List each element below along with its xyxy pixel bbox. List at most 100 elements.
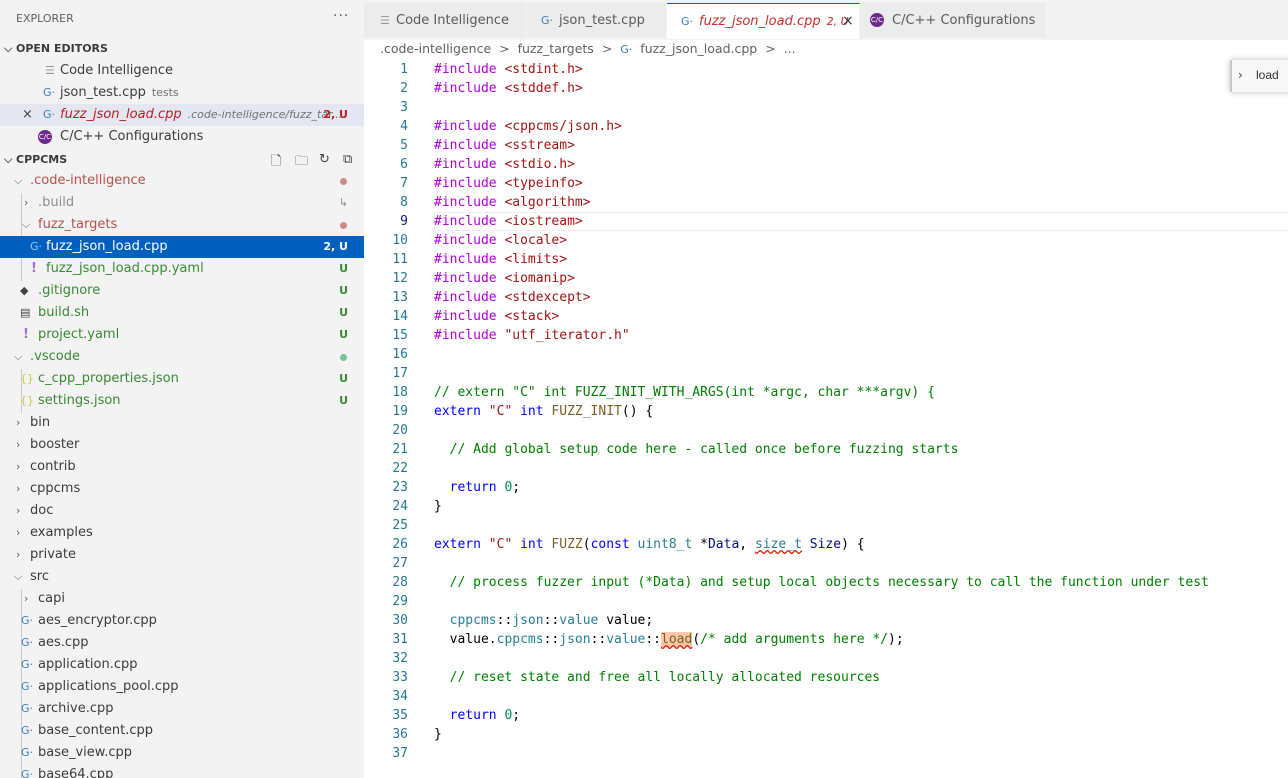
code-line[interactable]: #include <iomanip>	[434, 269, 575, 288]
code-line[interactable]: #include <stdint.h>	[434, 60, 583, 79]
line-number: 4	[400, 119, 408, 134]
find-input[interactable]: load	[1256, 68, 1279, 82]
breadcrumb-item[interactable]: fuzz_targets	[518, 41, 594, 56]
workspace-header[interactable]: ⌵ CPPCMS	[0, 149, 364, 171]
tree-file[interactable]: G· application.cpp	[0, 654, 364, 676]
collapse-all-icon[interactable]: ⧉	[343, 152, 352, 167]
tree-file[interactable]: G· base_content.cpp	[0, 720, 364, 742]
chevron-right-icon: ›	[16, 460, 21, 473]
line-number: 6	[400, 157, 408, 172]
tree-folder[interactable]: › cppcms	[0, 478, 364, 500]
open-editors-header[interactable]: ⌵ OPEN EDITORS	[0, 38, 364, 60]
tree-file[interactable]: {} c_cpp_properties.json U	[0, 368, 364, 390]
code-line[interactable]: // reset state and free all locally allo…	[434, 668, 880, 687]
code-line[interactable]: }	[434, 497, 442, 516]
cpp-file-icon: G·	[21, 636, 34, 649]
tree-file[interactable]: ! fuzz_json_load.cpp.yaml U	[0, 258, 364, 280]
tree-file[interactable]: {} settings.json U	[0, 390, 364, 412]
code-line[interactable]: // Add global setup code here - called o…	[434, 440, 959, 459]
code-line[interactable]: extern "C" int FUZZ(const uint8_t *Data,…	[434, 535, 865, 554]
code-line[interactable]: value.cppcms::json::value::load(/* add a…	[434, 630, 904, 649]
code-line[interactable]: #include <iostream>	[434, 212, 583, 231]
code-line[interactable]: #include <stddef.h>	[434, 79, 583, 98]
line-number: 20	[392, 423, 408, 438]
tree-file[interactable]: G· base_view.cpp	[0, 742, 364, 764]
tree-folder[interactable]: ⌵ src	[0, 566, 364, 588]
breadcrumb-item[interactable]: fuzz_json_load.cpp	[640, 41, 757, 56]
code-line[interactable]: #include <stdio.h>	[434, 155, 575, 174]
chevron-right-icon: ›	[24, 196, 29, 209]
close-icon[interactable]: ×	[22, 104, 33, 126]
tree-folder[interactable]: › booster	[0, 434, 364, 456]
explorer-sidebar: EXPLORER ··· ⌵ OPEN EDITORS ☰ Code Intel…	[0, 0, 364, 778]
line-number: 3	[400, 100, 408, 115]
open-editor-item-active[interactable]: × G· fuzz_json_load.cpp .code-intelligenc…	[0, 104, 364, 126]
chevron-right-icon: ›	[16, 504, 21, 517]
code-line[interactable]: }	[434, 725, 442, 744]
open-editor-item[interactable]: G· json_test.cpp tests	[0, 82, 364, 104]
find-widget[interactable]: › load	[1230, 60, 1288, 92]
tree-folder[interactable]: ⌵ fuzz_targets	[0, 214, 364, 236]
tab-json-test[interactable]: G· json_test.cpp	[527, 3, 667, 38]
tree-file[interactable]: ◆ .gitignore U	[0, 280, 364, 302]
cpp-file-icon: G·	[21, 746, 34, 759]
open-editor-item[interactable]: ☰ Code Intelligence	[0, 60, 364, 82]
line-number: 14	[392, 309, 408, 324]
code-line[interactable]: return 0;	[434, 706, 520, 725]
breadcrumb-item[interactable]: .code-intelligence	[380, 41, 491, 56]
tree-folder[interactable]: › .build ↳	[0, 192, 364, 214]
cpp-file-icon: G·	[620, 43, 633, 56]
chevron-right-icon: ›	[24, 592, 29, 605]
more-actions-icon[interactable]: ···	[333, 8, 349, 24]
chevron-down-icon: ⌵	[14, 350, 23, 363]
chevron-right-icon[interactable]: ›	[1238, 68, 1243, 82]
code-line[interactable]: #include <stdexcept>	[434, 288, 591, 307]
code-line[interactable]: #include "utf_iterator.h"	[434, 326, 630, 345]
code-line[interactable]: #include <locale>	[434, 231, 567, 250]
cpp-config-icon: C/C	[38, 130, 52, 144]
cpp-file-icon: G·	[30, 240, 43, 253]
open-editor-item[interactable]: C/C C/C++ Configurations	[0, 126, 364, 148]
code-line[interactable]: return 0;	[434, 478, 520, 497]
tree-folder[interactable]: › contrib	[0, 456, 364, 478]
chevron-right-icon: ›	[16, 482, 21, 495]
breadcrumb-item[interactable]: ...	[784, 41, 796, 56]
code-line[interactable]: extern "C" int FUZZ_INIT() {	[434, 402, 653, 421]
code-line[interactable]: // process fuzzer input (*Data) and setu…	[434, 573, 1209, 592]
tab-code-intelligence[interactable]: ☰ Code Intelligence	[364, 3, 527, 38]
code-line[interactable]: #include <algorithm>	[434, 193, 591, 212]
tree-folder[interactable]: ⌵ .code-intelligence	[0, 170, 364, 192]
code-line[interactable]: #include <cppcms/json.h>	[434, 117, 622, 136]
tree-folder[interactable]: › capi	[0, 588, 364, 610]
cpp-file-icon: G·	[21, 658, 34, 671]
untracked-dot	[340, 354, 347, 361]
tree-folder[interactable]: › doc	[0, 500, 364, 522]
tree-folder[interactable]: ⌵ .vscode	[0, 346, 364, 368]
preview-icon: ☰	[380, 14, 390, 27]
line-number: 31	[392, 632, 408, 647]
tree-folder[interactable]: › bin	[0, 412, 364, 434]
tab-fuzz-json-load[interactable]: G· fuzz_json_load.cpp 2, U ×	[667, 3, 860, 39]
refresh-icon[interactable]: ↻	[319, 152, 330, 167]
tree-file[interactable]: ! project.yaml U	[0, 324, 364, 346]
cpp-file-icon: G·	[681, 15, 694, 28]
tree-file[interactable]: G· base64.cpp	[0, 764, 364, 778]
close-icon[interactable]: ×	[842, 4, 854, 39]
tree-folder[interactable]: › examples	[0, 522, 364, 544]
tab-cpp-configurations[interactable]: C/C C/C++ Configurations	[860, 3, 1047, 38]
code-line[interactable]: #include <typeinfo>	[434, 174, 583, 193]
line-number: 28	[392, 575, 408, 590]
code-line[interactable]: #include <limits>	[434, 250, 567, 269]
code-line[interactable]: #include <stack>	[434, 307, 559, 326]
tree-file-selected[interactable]: G· fuzz_json_load.cpp 2, U	[0, 236, 364, 258]
code-line[interactable]: cppcms::json::value value;	[434, 611, 654, 630]
tree-file[interactable]: ▤ build.sh U	[0, 302, 364, 324]
code-line[interactable]: #include <sstream>	[434, 136, 575, 155]
tree-file[interactable]: G· aes.cpp	[0, 632, 364, 654]
tree-file[interactable]: G· applications_pool.cpp	[0, 676, 364, 698]
tree-file[interactable]: G· aes_encryptor.cpp	[0, 610, 364, 632]
code-editor[interactable]: 1 #include <stdint.h> 2 #include <stddef.h>…	[364, 58, 1288, 778]
code-line[interactable]: // extern "C" int FUZZ_INIT_WITH_ARGS(in…	[434, 383, 935, 402]
tree-folder[interactable]: › private	[0, 544, 364, 566]
tree-file[interactable]: G· archive.cpp	[0, 698, 364, 720]
